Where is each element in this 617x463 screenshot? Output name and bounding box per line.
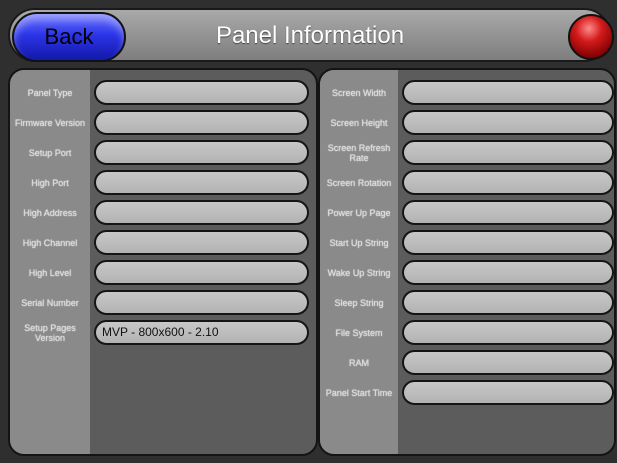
field-panel-type <box>94 80 309 105</box>
label-high-channel: High Channel <box>22 238 78 248</box>
label-panel-type: Panel Type <box>27 88 73 98</box>
page-title: Panel Information <box>215 22 405 49</box>
label-setup-port: Setup Port <box>28 148 72 158</box>
field-high-address <box>94 200 309 225</box>
power-button-icon[interactable] <box>568 14 614 60</box>
field-high-channel <box>94 230 309 255</box>
label-wake-up-string: Wake Up String <box>327 268 391 278</box>
label-high-address: High Address <box>23 208 77 218</box>
field-high-level <box>94 260 309 285</box>
row-screen-refresh-rate: Screen Refresh Rate <box>320 138 614 168</box>
label-serial-number: Serial Number <box>21 298 79 308</box>
row-start-up-string: Start Up String <box>320 228 614 258</box>
field-ram <box>402 350 614 375</box>
row-high-port: High Port <box>10 168 316 198</box>
field-sleep-string <box>402 290 614 315</box>
field-screen-width <box>402 80 614 105</box>
label-high-level: High Level <box>28 268 72 278</box>
row-sleep-string: Sleep String <box>320 288 614 318</box>
row-power-up-page: Power Up Page <box>320 198 614 228</box>
field-power-up-page <box>402 200 614 225</box>
row-screen-height: Screen Height <box>320 108 614 138</box>
row-wake-up-string: Wake Up String <box>320 258 614 288</box>
row-file-system: File System <box>320 318 614 348</box>
right-info-panel: Screen Width Screen Height Screen Refres… <box>318 68 616 456</box>
label-power-up-page: Power Up Page <box>327 208 391 218</box>
row-screen-rotation: Screen Rotation <box>320 168 614 198</box>
field-wake-up-string <box>402 260 614 285</box>
row-high-channel: High Channel <box>10 228 316 258</box>
row-panel-type: Panel Type <box>10 78 316 108</box>
label-screen-rotation: Screen Rotation <box>326 178 392 188</box>
row-serial-number: Serial Number <box>10 288 316 318</box>
row-setup-pages-version: Setup Pages Version MVP - 800x600 - 2.10 <box>10 318 316 348</box>
field-serial-number <box>94 290 309 315</box>
row-high-address: High Address <box>10 198 316 228</box>
row-panel-start-time: Panel Start Time <box>320 378 614 408</box>
label-sleep-string: Sleep String <box>334 298 384 308</box>
label-panel-start-time: Panel Start Time <box>325 388 393 398</box>
field-firmware-version <box>94 110 309 135</box>
field-high-port <box>94 170 309 195</box>
field-screen-refresh-rate <box>402 140 614 165</box>
label-ram: RAM <box>349 358 369 368</box>
row-setup-port: Setup Port <box>10 138 316 168</box>
back-button[interactable]: Back <box>12 12 126 62</box>
app-window: Back Panel Information Panel Type Firmwa… <box>0 0 617 463</box>
left-info-panel: Panel Type Firmware Version Setup Port H… <box>8 68 318 456</box>
row-high-level: High Level <box>10 258 316 288</box>
label-start-up-string: Start Up String <box>329 238 389 248</box>
label-firmware-version: Firmware Version <box>14 118 86 128</box>
label-setup-pages-version: Setup Pages Version <box>24 323 76 343</box>
row-ram: RAM <box>320 348 614 378</box>
label-screen-refresh-rate: Screen Refresh Rate <box>327 143 391 163</box>
label-file-system: File System <box>335 328 383 338</box>
label-screen-width: Screen Width <box>331 88 387 98</box>
label-screen-height: Screen Height <box>330 118 388 128</box>
field-start-up-string <box>402 230 614 255</box>
field-setup-pages-version: MVP - 800x600 - 2.10 <box>94 320 309 345</box>
row-firmware-version: Firmware Version <box>10 108 316 138</box>
field-screen-height <box>402 110 614 135</box>
field-screen-rotation <box>402 170 614 195</box>
field-setup-port <box>94 140 309 165</box>
label-high-port: High Port <box>31 178 69 188</box>
field-panel-start-time <box>402 380 614 405</box>
row-screen-width: Screen Width <box>320 78 614 108</box>
field-file-system <box>402 320 614 345</box>
